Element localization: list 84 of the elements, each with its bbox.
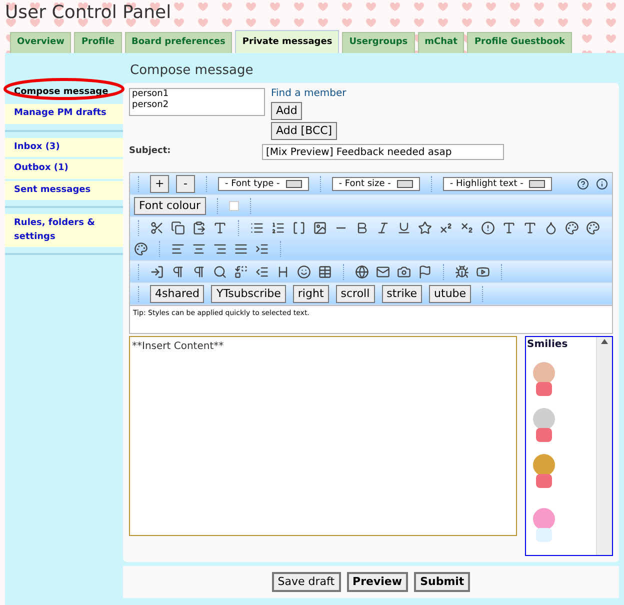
custom-tag-button[interactable]: scroll — [336, 284, 375, 302]
tab[interactable]: Private messages — [235, 30, 340, 52]
image-icon[interactable] — [313, 221, 327, 235]
recipients-field[interactable]: person1 person2 — [129, 88, 265, 116]
palette-icon[interactable] — [586, 221, 600, 235]
flag-icon[interactable] — [418, 264, 432, 278]
sidebar-link[interactable]: Sent messages — [5, 180, 123, 200]
paragraph-icon[interactable] — [192, 264, 206, 278]
sidebar-link[interactable]: Outbox (1) — [5, 159, 123, 178]
palette-icon[interactable] — [134, 242, 148, 256]
indent-icon[interactable] — [255, 242, 269, 256]
brackets-icon[interactable] — [292, 221, 306, 235]
message-field[interactable]: **Insert Content** — [129, 336, 517, 536]
text-icon[interactable] — [502, 221, 516, 235]
section-heading: Compose message — [129, 62, 254, 80]
heading-icon[interactable] — [276, 264, 290, 278]
star-icon[interactable] — [418, 221, 432, 235]
palette-icon[interactable] — [565, 221, 579, 235]
table-icon[interactable] — [318, 264, 332, 278]
list-icon[interactable] — [250, 221, 264, 235]
colour-swatch[interactable] — [228, 200, 239, 210]
smilies-title: Smilies — [527, 338, 568, 352]
insert-icon[interactable] — [150, 264, 164, 278]
size-button[interactable]: + — [150, 174, 169, 192]
tab[interactable]: Profile Guestbook — [467, 32, 572, 52]
tab[interactable]: mChat — [418, 32, 464, 52]
tab[interactable]: Overview — [10, 32, 72, 52]
alert-icon[interactable] — [481, 221, 495, 235]
size-button[interactable]: - — [176, 174, 195, 192]
align-right-icon[interactable] — [213, 242, 227, 256]
droplet-icon[interactable] — [544, 221, 558, 235]
copy-icon[interactable] — [171, 221, 185, 235]
outdent-icon[interactable] — [255, 264, 269, 278]
superscript-icon[interactable] — [439, 221, 453, 235]
sidebar-link[interactable]: Rules, folders & settings — [5, 214, 123, 247]
dropdown[interactable]: - Font type - — [218, 176, 309, 190]
align-center-icon[interactable] — [192, 242, 206, 256]
subject-field[interactable]: [Mix Preview] Feedback needed asap — [262, 144, 504, 160]
custom-tag-button[interactable]: right — [292, 284, 329, 302]
scissors-icon[interactable] — [150, 221, 164, 235]
text-icon[interactable] — [523, 221, 537, 235]
replace-icon[interactable] — [234, 264, 248, 278]
tab[interactable]: Board preferences — [124, 32, 232, 52]
form-button[interactable]: Save draft — [272, 572, 341, 592]
globe-icon[interactable] — [355, 264, 369, 278]
custom-tag-button[interactable]: utube — [429, 284, 472, 302]
smiley-icon[interactable] — [297, 264, 311, 278]
custom-tag-button[interactable]: strike — [382, 284, 422, 302]
tab[interactable]: Profile — [74, 32, 122, 52]
dropdown[interactable]: - Font size - — [332, 176, 420, 190]
underline-icon[interactable] — [397, 221, 411, 235]
search-icon[interactable] — [213, 264, 227, 278]
italic-icon[interactable] — [376, 221, 390, 235]
paste-icon[interactable] — [192, 221, 206, 235]
paragraph-icon[interactable] — [171, 264, 185, 278]
custom-tag-button[interactable]: 4shared — [150, 284, 204, 302]
sidebar-link[interactable]: Compose message — [5, 82, 123, 102]
form-button[interactable]: Preview — [346, 572, 408, 592]
subscript-icon[interactable] — [460, 221, 474, 235]
custom-tag-button[interactable]: YTsubscribe — [211, 284, 286, 302]
font-colour-button[interactable]: Font colour — [134, 196, 206, 214]
align-left-icon[interactable] — [171, 242, 185, 256]
tab[interactable]: Usergroups — [342, 32, 415, 52]
sidebar-link[interactable]: Inbox (3) — [5, 138, 123, 157]
scroll-up-arrow-icon[interactable] — [601, 339, 608, 344]
numbered-list-icon[interactable] — [271, 221, 285, 235]
form-button[interactable]: Submit — [414, 572, 470, 592]
bold-icon[interactable] — [355, 221, 369, 235]
sidebar-link[interactable]: Manage PM drafts — [5, 104, 123, 124]
add-button[interactable]: Add [BCC] — [271, 122, 338, 140]
dropdown[interactable]: - Highlight text - — [442, 176, 552, 190]
find-member-link[interactable]: Find a member — [271, 88, 346, 100]
scrollbar[interactable] — [596, 337, 612, 555]
align-justify-icon[interactable] — [234, 242, 248, 256]
add-button[interactable]: Add — [271, 102, 302, 120]
info-icon[interactable] — [596, 178, 608, 190]
page-title: User Control Panel — [4, 1, 172, 25]
camera-icon[interactable] — [397, 264, 411, 278]
mail-icon[interactable] — [376, 264, 390, 278]
help-icon[interactable] — [577, 178, 589, 190]
subject-label: Subject: — [129, 145, 172, 158]
text-icon[interactable] — [213, 221, 227, 235]
video-icon[interactable] — [476, 264, 490, 278]
bug-icon[interactable] — [455, 264, 469, 278]
